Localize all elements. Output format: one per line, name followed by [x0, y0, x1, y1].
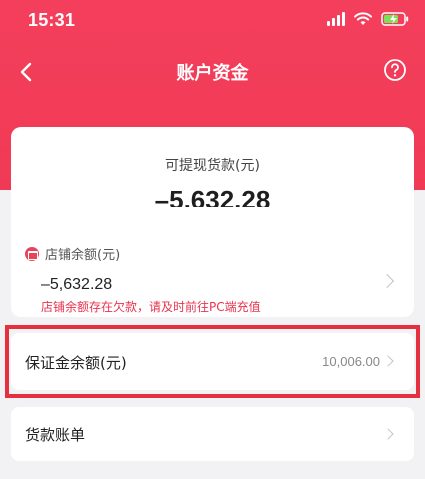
- shop-balance-card: 店铺余额(元) –5,632.28 店铺余额存在欠款，请及时前往PC端充值: [11, 207, 414, 317]
- navigation-bar: 账户资金: [0, 50, 425, 94]
- shop-balance-label: 店铺余额(元): [45, 248, 121, 263]
- page-title: 账户资金: [176, 63, 249, 84]
- deposit-balance-label: 保证金余额(元): [25, 354, 127, 372]
- cellular-signal-icon: [327, 12, 345, 26]
- status-bar: 15:31: [0, 0, 425, 40]
- status-time: 15:31: [28, 10, 76, 30]
- shop-icon: [25, 246, 39, 261]
- chevron-right-icon: [382, 355, 394, 367]
- battery-charging-icon: [381, 12, 409, 26]
- shop-balance-amount: –5,632.28: [41, 276, 113, 293]
- deposit-balance-row[interactable]: 保证金余额(元) 10,006.00: [11, 333, 414, 390]
- shop-balance-row[interactable]: 店铺余额(元) –5,632.28 店铺余额存在欠款，请及时前往PC端充值: [11, 240, 414, 330]
- payment-bill-row[interactable]: 货款账单: [11, 407, 414, 461]
- chevron-right-icon: [379, 273, 395, 289]
- shop-balance-warning: 店铺余额存在欠款，请及时前往PC端充值: [41, 300, 261, 314]
- wifi-icon: [354, 12, 372, 25]
- payment-bill-label: 货款账单: [25, 426, 86, 444]
- help-icon[interactable]: [383, 58, 407, 82]
- withdrawable-summary-card: 可提现货款(元) –5,632.28: [11, 127, 414, 215]
- chevron-right-icon: [382, 428, 394, 440]
- withdrawable-label: 可提现货款(元): [165, 158, 260, 174]
- status-icons: [327, 12, 409, 26]
- shop-balance-header: 店铺余额(元): [25, 244, 120, 263]
- deposit-balance-value: 10,006.00: [322, 354, 380, 369]
